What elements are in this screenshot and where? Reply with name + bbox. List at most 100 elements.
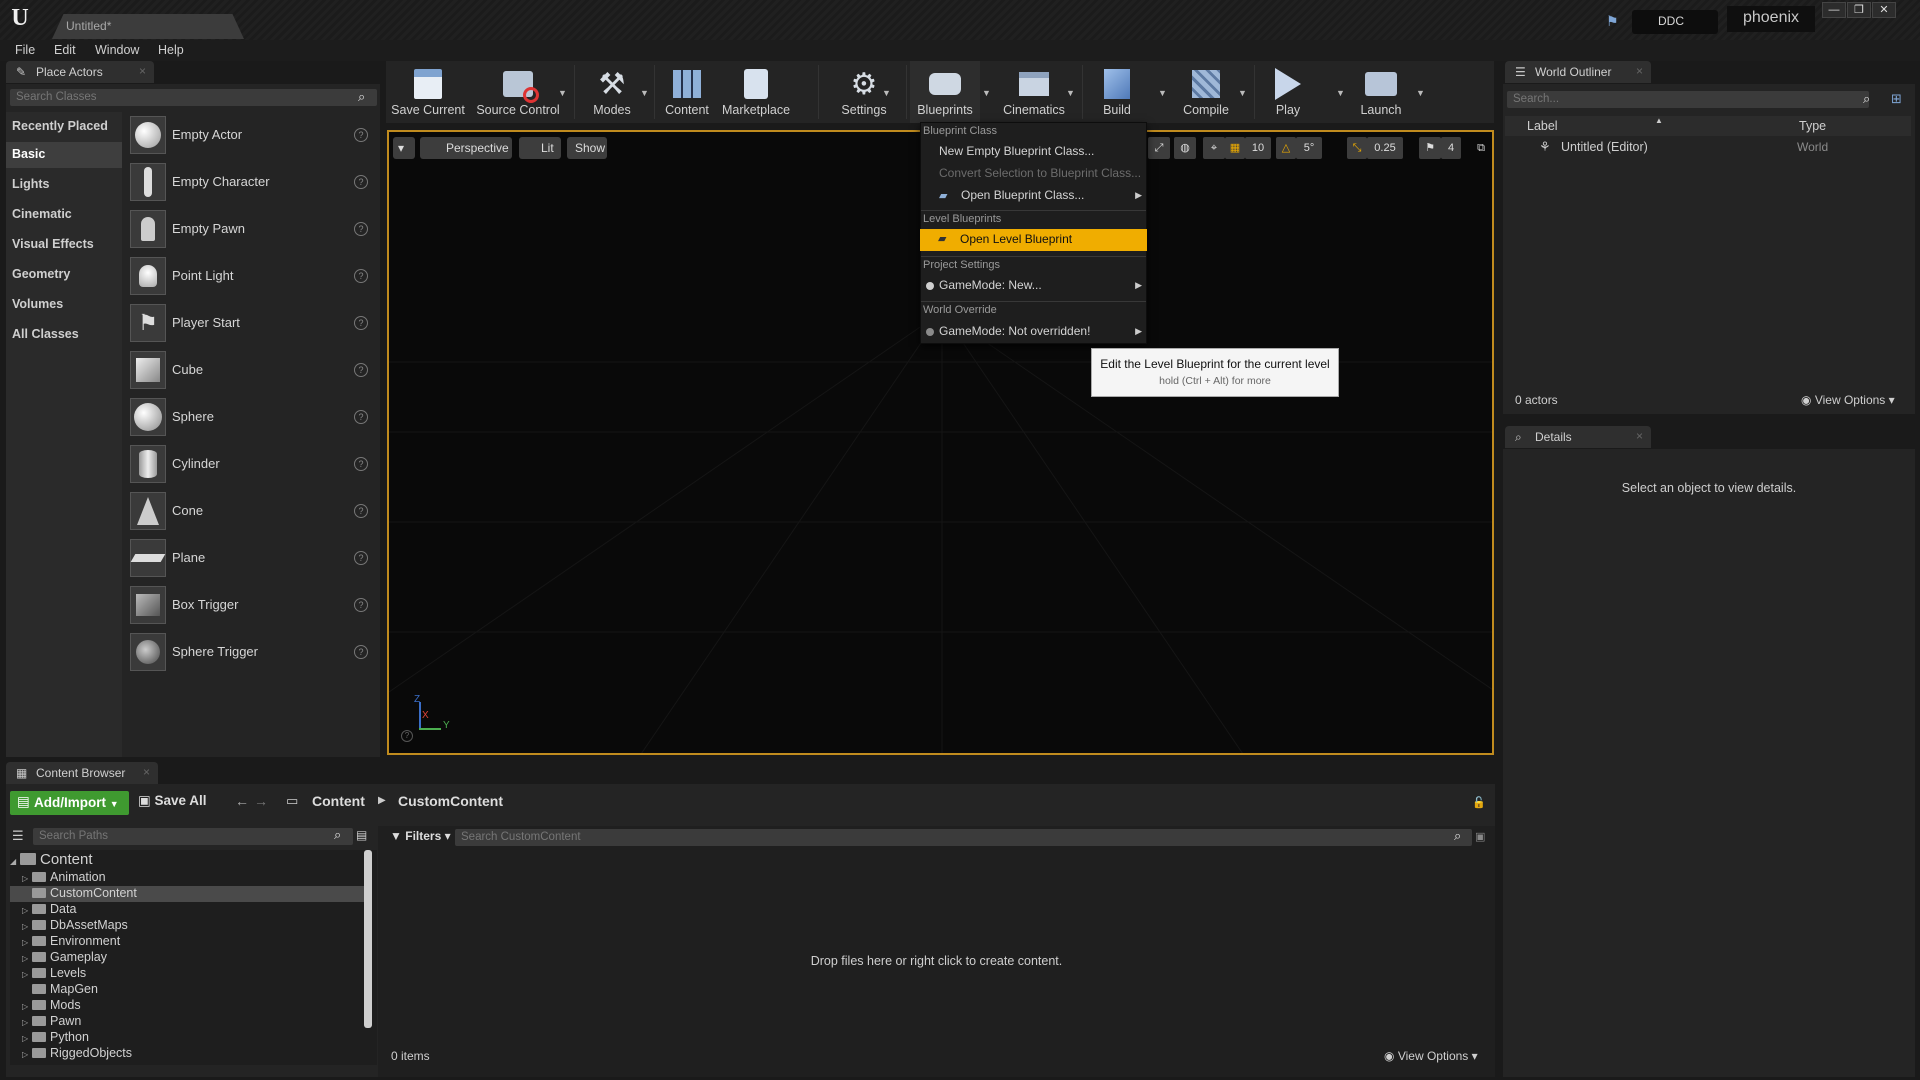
actor-empty-character[interactable]: Empty Character ? <box>128 161 378 205</box>
help-icon[interactable]: ? <box>354 363 368 377</box>
scale-snap-value[interactable]: 0.25 <box>1367 137 1403 159</box>
actor-player-start[interactable]: ⚑ Player Start ? <box>128 302 378 346</box>
outliner-search-input[interactable]: Search... <box>1507 91 1869 108</box>
chevron-down-icon[interactable]: ▼ <box>558 88 568 98</box>
help-icon[interactable]: ? <box>354 410 368 424</box>
modes-button[interactable]: ⚒ Modes <box>576 61 648 123</box>
chevron-down-icon[interactable]: ▼ <box>1416 88 1426 98</box>
outliner-row-label[interactable]: Untitled (Editor) <box>1561 140 1648 154</box>
content-button[interactable]: Content <box>656 61 718 123</box>
category-visual-effects[interactable]: Visual Effects <box>6 232 122 258</box>
add-folder-icon[interactable]: ⊞ <box>1891 91 1902 107</box>
save-all-button[interactable]: ▣ Save All <box>138 793 207 809</box>
open-level-blueprint-item[interactable]: ▰ Open Level Blueprint <box>920 229 1147 251</box>
tree-folder[interactable]: ▷ Python <box>10 1030 366 1046</box>
add-import-button[interactable]: ▤ Add/Import ▼ <box>10 791 129 815</box>
path-view-options-icon[interactable]: ▤ <box>356 828 367 842</box>
chevron-down-icon[interactable]: ▼ <box>982 88 992 98</box>
menu-file[interactable]: File <box>15 43 35 57</box>
build-button[interactable]: Build <box>1086 61 1148 123</box>
actor-empty-actor[interactable]: Empty Actor ? <box>128 114 378 158</box>
search-icon[interactable]: ⌕ <box>358 89 365 105</box>
gamemode-override-item[interactable]: GameMode: Not overridden! <box>939 324 1090 338</box>
collapse-sources-icon[interactable]: ☰ <box>12 828 24 844</box>
actor-box-trigger[interactable]: Box Trigger ? <box>128 584 378 628</box>
category-volumes[interactable]: Volumes <box>6 292 122 318</box>
column-label-header[interactable]: Label <box>1527 119 1558 133</box>
camera-speed-value[interactable]: 4 <box>1441 137 1461 159</box>
tree-folder[interactable]: ▷ RiggedObjects <box>10 1046 366 1062</box>
back-arrow-icon[interactable]: ← <box>235 793 249 809</box>
save-search-icon[interactable]: ▣ <box>1475 830 1485 843</box>
marketplace-button[interactable]: Marketplace <box>720 61 792 123</box>
breadcrumb-content[interactable]: Content <box>312 793 365 809</box>
chevron-down-icon[interactable]: ▼ <box>1238 88 1248 98</box>
actor-cone[interactable]: Cone ? <box>128 490 378 534</box>
view-options-button[interactable]: ◉ View Options ▾ <box>1801 393 1895 407</box>
help-icon[interactable]: ? <box>354 504 368 518</box>
open-blueprint-class-item[interactable]: Open Blueprint Class... <box>961 188 1084 202</box>
maximize-viewport-icon[interactable]: ⧉ <box>1473 137 1489 159</box>
actor-sphere[interactable]: Sphere ? <box>128 396 378 440</box>
transform-icon[interactable]: ⤢ <box>1148 137 1170 159</box>
surface-snap-icon[interactable]: ⌖ <box>1203 137 1225 159</box>
close-tab-icon[interactable]: × <box>1636 64 1643 78</box>
perspective-button[interactable]: Perspective <box>420 137 512 159</box>
help-icon[interactable]: ? <box>401 730 413 742</box>
source-control-button[interactable]: Source Control <box>472 61 564 123</box>
lit-button[interactable]: Lit <box>519 137 561 159</box>
cb-view-options-button[interactable]: ◉ View Options ▾ <box>1384 1049 1478 1063</box>
tree-folder[interactable]: ▷ Levels <box>10 966 366 982</box>
chevron-down-icon[interactable]: ▼ <box>882 88 892 98</box>
menu-window[interactable]: Window <box>95 43 139 57</box>
maximize-button[interactable]: ❐ <box>1847 2 1871 18</box>
forward-arrow-icon[interactable]: → <box>254 793 268 809</box>
actor-point-light[interactable]: Point Light ? <box>128 255 378 299</box>
world-local-icon[interactable]: ◍ <box>1174 137 1196 159</box>
tab-details[interactable]: ⌕ Details × <box>1505 426 1651 448</box>
breadcrumb-customcontent[interactable]: CustomContent <box>398 793 503 809</box>
save-current-button[interactable]: Save Current <box>386 61 470 123</box>
close-tab-icon[interactable]: × <box>1636 429 1643 443</box>
menu-edit[interactable]: Edit <box>54 43 76 57</box>
compile-button[interactable]: Compile <box>1166 61 1246 123</box>
actor-sphere-trigger[interactable]: Sphere Trigger ? <box>128 631 378 675</box>
tree-folder[interactable]: ▷ Animation <box>10 870 366 886</box>
grid-snap-value[interactable]: 10 <box>1245 137 1271 159</box>
help-icon[interactable]: ? <box>354 598 368 612</box>
tree-folder[interactable]: MapGen <box>10 982 366 998</box>
camera-speed-icon[interactable]: ⚑ <box>1419 137 1441 159</box>
rotation-snap-icon[interactable]: △ <box>1276 137 1296 159</box>
help-icon[interactable]: ? <box>354 269 368 283</box>
column-type-header[interactable]: Type <box>1799 119 1826 133</box>
cinematics-button[interactable]: Cinematics <box>996 61 1072 123</box>
menu-help[interactable]: Help <box>158 43 184 57</box>
actor-empty-pawn[interactable]: Empty Pawn ? <box>128 208 378 252</box>
actor-plane[interactable]: Plane ? <box>128 537 378 581</box>
new-empty-blueprint-class-item[interactable]: New Empty Blueprint Class... <box>939 144 1094 158</box>
ddc-button[interactable]: DDC <box>1632 10 1718 34</box>
tab-world-outliner[interactable]: ☰ World Outliner × <box>1505 61 1651 83</box>
search-content-input[interactable]: Search CustomContent <box>455 829 1472 846</box>
asset-view[interactable] <box>378 826 1495 1077</box>
category-basic[interactable]: Basic <box>6 142 122 168</box>
search-icon[interactable]: ⌕ <box>334 827 341 843</box>
tab-content-browser[interactable]: ▦ Content Browser × <box>6 762 158 784</box>
close-button[interactable]: ✕ <box>1872 2 1896 18</box>
actor-cylinder[interactable]: Cylinder ? <box>128 443 378 487</box>
close-tab-icon[interactable]: × <box>143 765 150 779</box>
launch-button[interactable]: Launch <box>1348 61 1414 123</box>
help-icon[interactable]: ? <box>354 128 368 142</box>
search-classes-input[interactable]: Search Classes <box>10 89 377 106</box>
category-recently-placed[interactable]: Recently Placed <box>6 114 122 140</box>
tree-scrollbar[interactable] <box>364 850 372 1028</box>
category-geometry[interactable]: Geometry <box>6 262 122 288</box>
user-badge[interactable]: phoenix <box>1727 6 1815 32</box>
help-icon[interactable]: ? <box>354 222 368 236</box>
help-icon[interactable]: ? <box>354 645 368 659</box>
rotation-snap-value[interactable]: 5° <box>1296 137 1322 159</box>
scale-snap-icon[interactable]: ⤡ <box>1347 137 1367 159</box>
tab-place-actors[interactable]: ✎ Place Actors × <box>6 61 154 83</box>
settings-button[interactable]: ⚙ Settings <box>824 61 904 123</box>
category-all-classes[interactable]: All Classes <box>6 322 122 348</box>
